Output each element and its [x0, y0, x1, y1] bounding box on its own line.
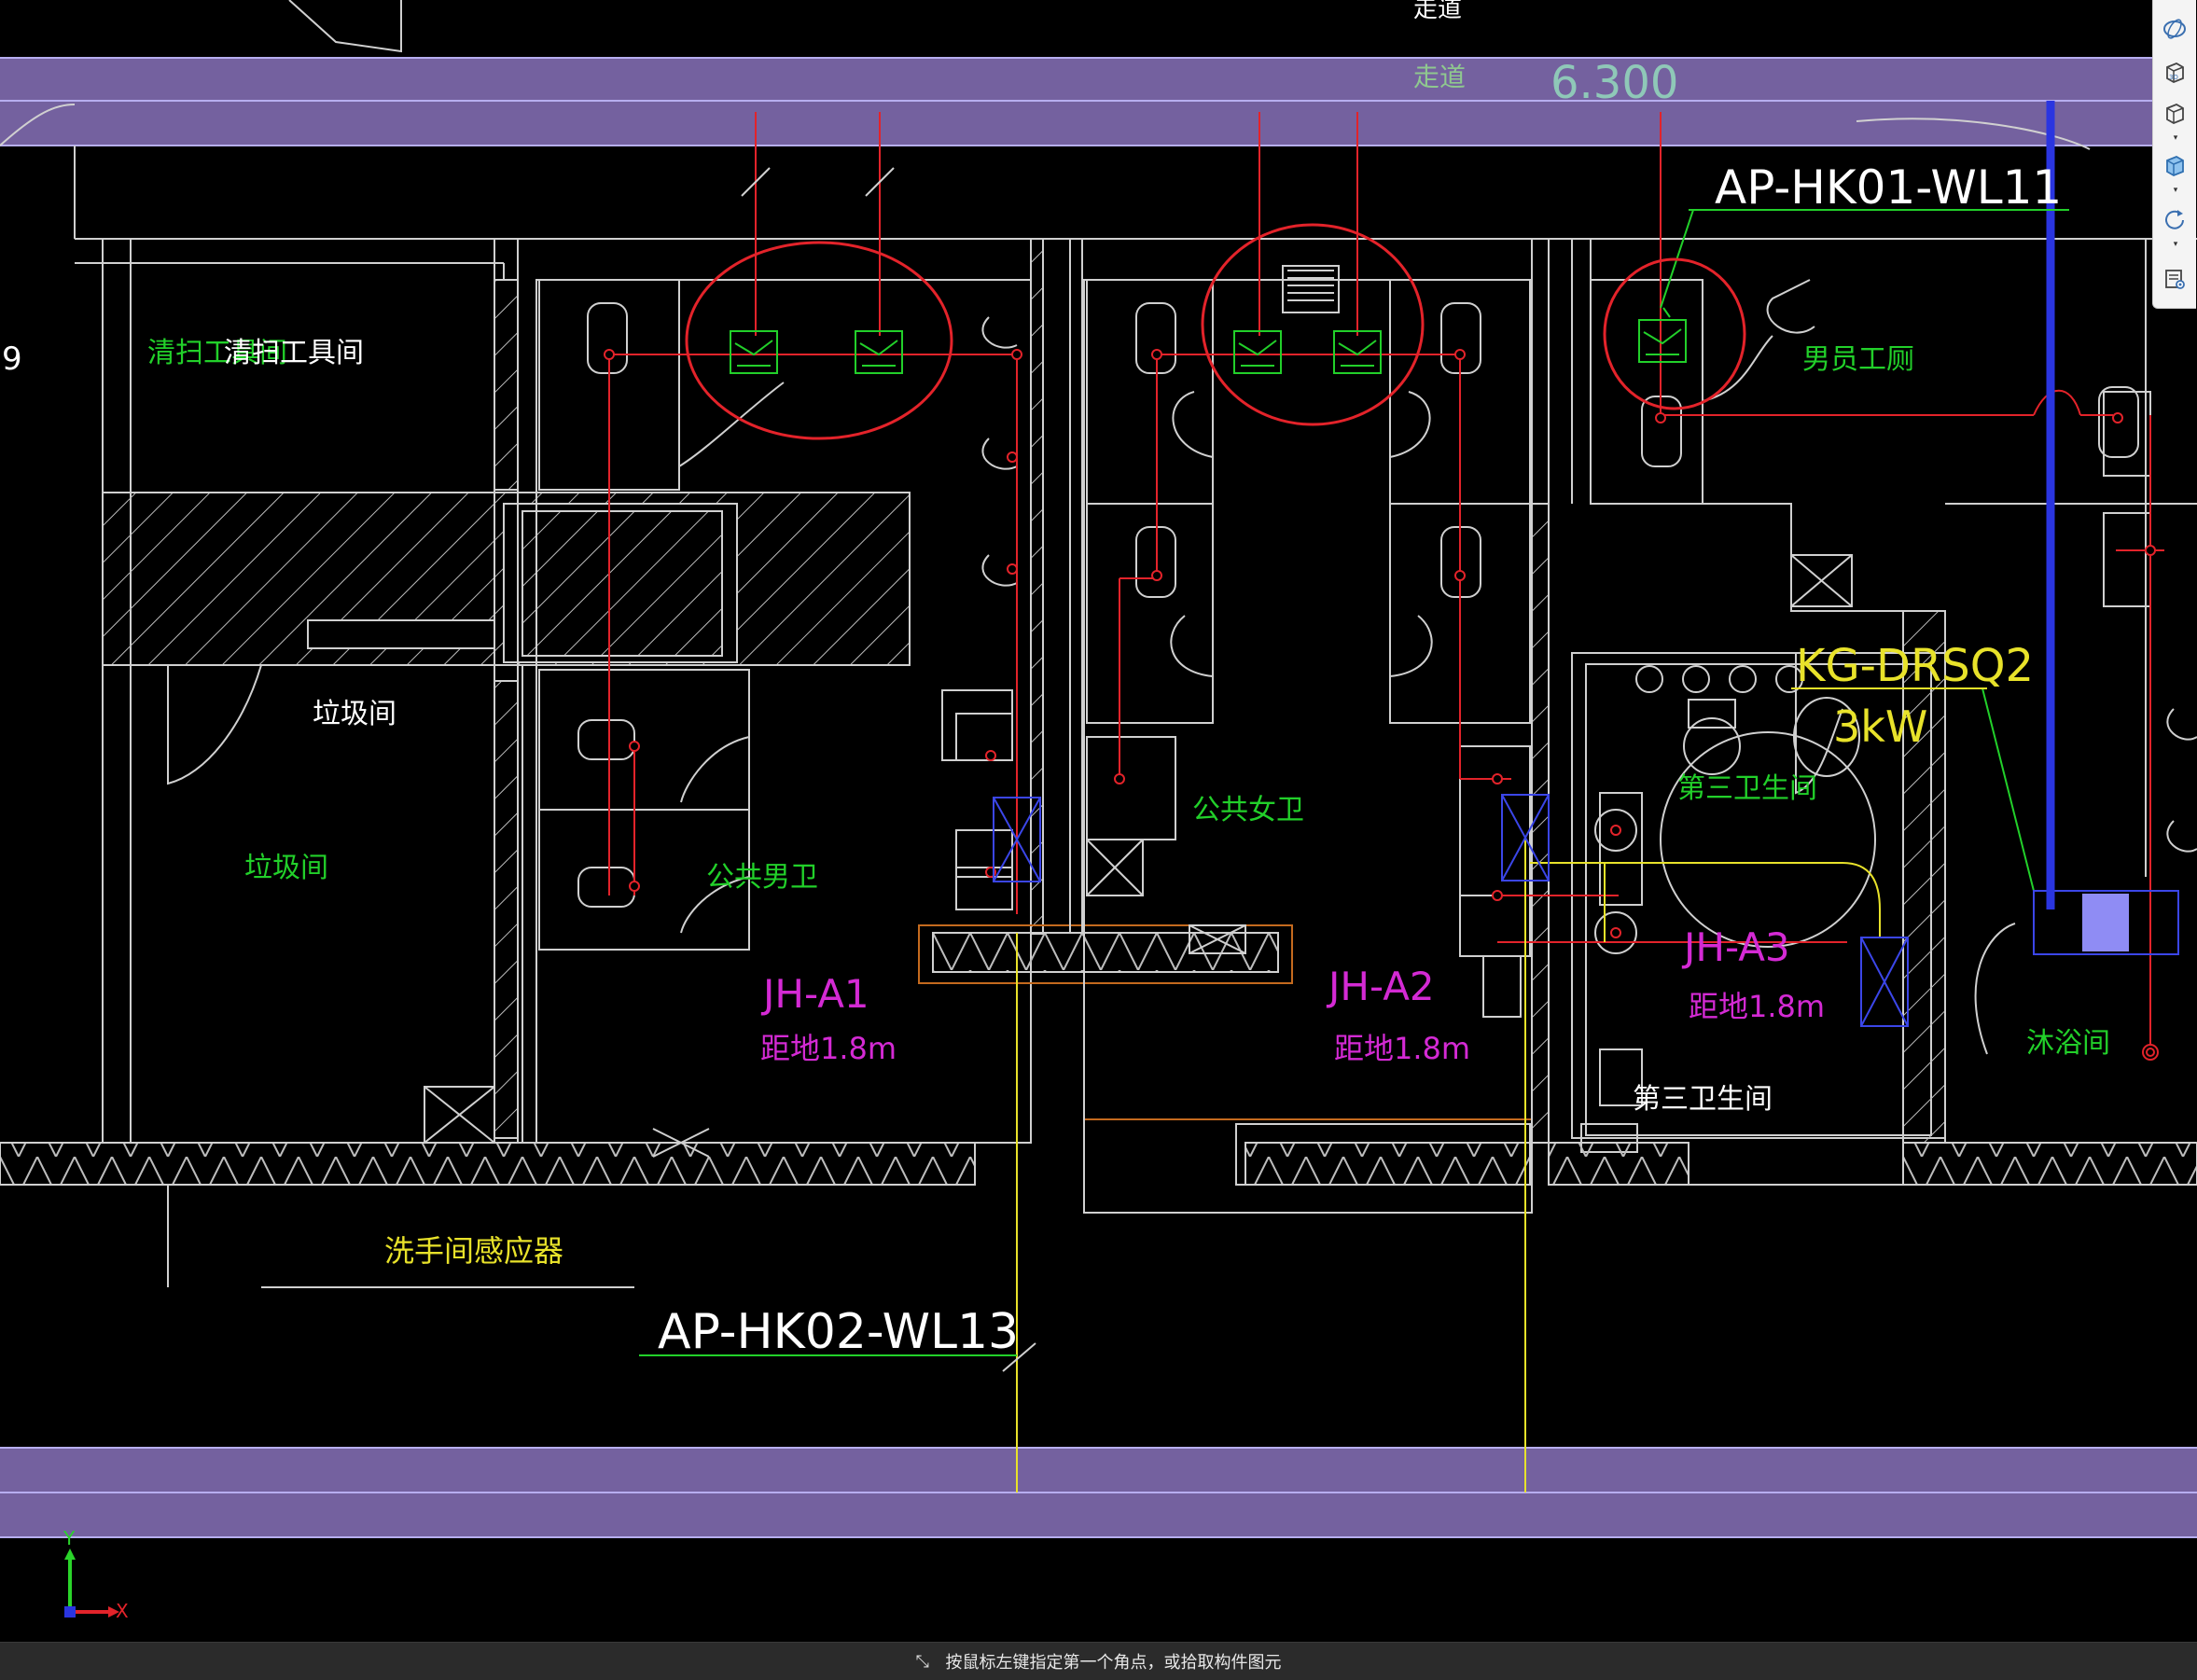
rotate-caret[interactable]: ▾: [2171, 241, 2180, 249]
label-circuit-top: AP-HK01-WL11: [1715, 160, 2062, 215]
shaded-box-icon: [2166, 156, 2184, 176]
label-jh-a3: JH-A3: [1681, 924, 1790, 970]
box-view-button[interactable]: [2159, 97, 2190, 129]
3d-view-icon: 3D: [2166, 62, 2184, 83]
label-trash-b: 垃圾间: [244, 852, 328, 884]
axis-y-label: Y: [63, 1527, 76, 1549]
label-elevation: 6.300: [1550, 57, 1678, 109]
layer-visibility-icon: [2165, 270, 2185, 289]
label-corridor-top: 走道: [1413, 0, 1462, 23]
svg-text:3D: 3D: [2169, 74, 2178, 81]
label-male-wc: 公共男卫: [706, 861, 818, 894]
label-shower: 沐浴间: [2026, 1027, 2110, 1060]
label-heater-id: KG-DRSQ2: [1796, 640, 2034, 692]
bottom-beam-band: [0, 1447, 2197, 1538]
rotate-icon: [2165, 210, 2184, 229]
label-jh-a1-height: 距地1.8m: [760, 1031, 897, 1066]
label-third-wc-a: 第三卫生间: [1677, 772, 1817, 805]
cad-canvas[interactable]: 走道 走道 6.300 AP-HK01-WL11 AP-HK02-WL13 清扫…: [0, 0, 2197, 1679]
label-heater-power: 3kW: [1833, 701, 1927, 752]
pick-cursor-icon: ⤡: [915, 1652, 929, 1672]
view-toolbar: 3D ▾ ▾ ▾: [2152, 0, 2196, 309]
axis-x-label: X: [116, 1600, 129, 1622]
shaded-box-button[interactable]: [2159, 149, 2190, 181]
label-circuit-bottom: AP-HK02-WL13: [658, 1304, 1019, 1360]
3d-view-button[interactable]: 3D: [2159, 56, 2190, 88]
label-third-wc-b: 第三卫生间: [1633, 1083, 1773, 1116]
command-status-bar: ⤡ 按鼠标左键指定第一个角点，或拾取构件图元: [0, 1642, 2197, 1680]
orbit-icon: [2163, 19, 2186, 39]
label-jh-a1: JH-A1: [760, 971, 869, 1017]
label-cleaning-b: 清扫工具间: [224, 337, 364, 369]
box-view-caret[interactable]: ▾: [2171, 134, 2180, 143]
label-edge-num: 9: [2, 340, 22, 378]
box-view-icon: [2166, 104, 2184, 124]
label-jh-a2: JH-A2: [1326, 964, 1435, 1009]
rotate-button[interactable]: [2159, 203, 2190, 235]
shaded-box-caret[interactable]: ▾: [2171, 187, 2180, 195]
orbit-button[interactable]: [2159, 13, 2190, 45]
label-jh-a3-height: 距地1.8m: [1689, 989, 1825, 1024]
label-staff-wc: 男员工厕: [1802, 343, 1914, 376]
label-trash-a: 垃圾间: [313, 698, 396, 730]
top-beam-band: [0, 57, 2155, 146]
label-sensor: 洗手间感应器: [384, 1233, 563, 1269]
label-jh-a2-height: 距地1.8m: [1334, 1031, 1470, 1066]
layer-visibility-button[interactable]: [2159, 263, 2190, 295]
water-heater-block: [2082, 894, 2129, 951]
label-female-wc: 公共女卫: [1192, 794, 1304, 826]
label-corridor: 走道: [1413, 62, 1466, 92]
command-prompt: 按鼠标左键指定第一个角点，或拾取构件图元: [945, 1653, 1282, 1673]
